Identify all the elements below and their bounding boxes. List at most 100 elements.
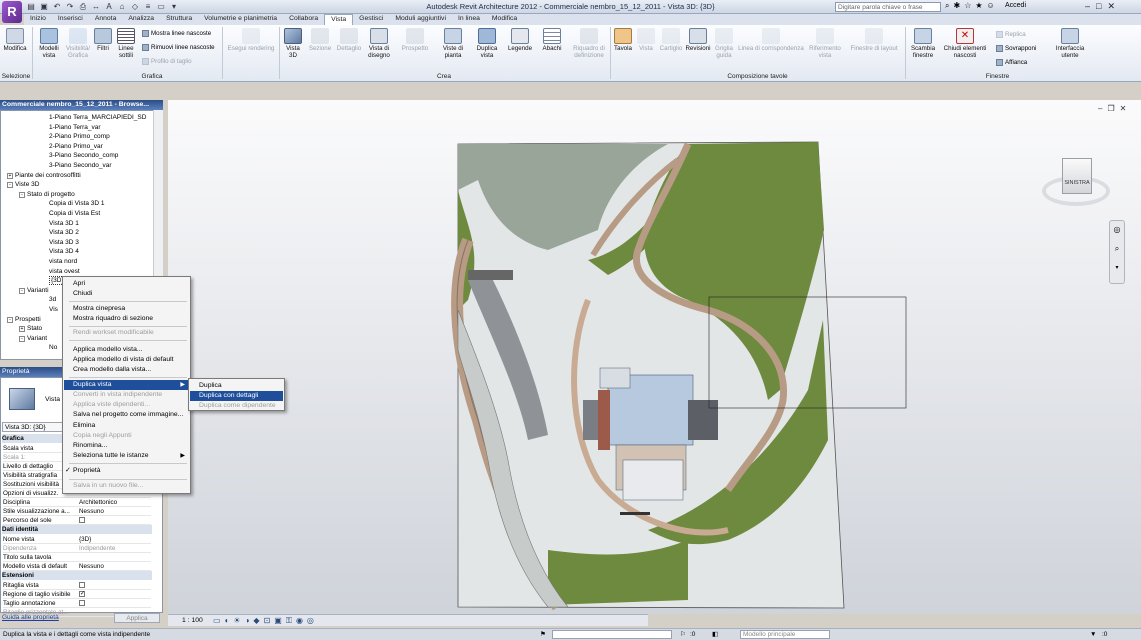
menu-item-copia-negli-appunti[interactable]: Copia negli Appunti [64,431,189,441]
browser-item[interactable]: 1-Piano Terra_MARCIAPIEDI_SD [49,113,146,122]
lock-view-icon[interactable]: ⚿ [286,616,292,626]
undo-icon[interactable]: ↶ [52,2,62,12]
crop-region-checkbox[interactable]: ✓ [79,590,85,598]
render-icon[interactable]: ◆ [253,616,259,626]
communication-icon[interactable]: ☆ [964,1,971,11]
sheet-button[interactable]: Tavola [612,28,634,53]
shadows-icon[interactable]: ◑ [245,616,250,626]
plan-views-button[interactable]: Viste di pianta [438,28,468,59]
zoom-icon[interactable]: ⌕ [1110,244,1124,254]
close-hidden-icon[interactable]: ▭ [156,2,166,12]
collapse-icon[interactable]: - [19,335,25,342]
search-input[interactable]: Digitare parola chiave o frase [835,2,941,12]
measure-icon[interactable]: ↔ [91,2,101,12]
text-icon[interactable]: A [104,2,114,12]
tab-struttura[interactable]: Struttura [160,14,198,25]
menu-item-mostra-cinepresa[interactable]: Mostra cinepresa [64,304,189,314]
close-hidden-button[interactable]: ✕ Chiudi elementi nascosti [939,28,991,59]
menu-item-propriet[interactable]: Proprietà ✓ [64,466,189,476]
tab-analizza[interactable]: Analizza [122,14,160,25]
tab-gestisci[interactable]: Gestisci [353,14,389,25]
editing-requests-icon[interactable]: ⚐ [680,629,686,640]
thin-lines-button[interactable]: Linee sottili [114,28,138,59]
tab-volumetrie-e-planimetria[interactable]: Volumetrie e planimetria [198,14,283,25]
menu-item-applica-viste-dipendenti[interactable]: Applica viste dipendenti... [64,400,189,410]
worksets-icon[interactable]: ⚑ [540,629,546,640]
section-button[interactable]: Sezione [305,28,335,53]
browser-item[interactable]: 2-Piano Primo_var [49,142,103,151]
application-menu-button[interactable]: R [2,1,22,23]
tab-annota[interactable]: Annota [89,14,123,25]
tab-inserisci[interactable]: Inserisci [52,14,89,25]
browser-item[interactable]: Vista 3D 1 [49,219,79,228]
collapse-icon[interactable]: - [7,182,13,189]
prop-sun-path[interactable]: Percorso del sole [3,516,151,525]
collapse-icon[interactable]: - [19,191,25,198]
browser-item[interactable]: Vis [49,305,58,314]
prop-display-style[interactable]: Stile visualizzazione a... Nessuno [3,507,151,516]
browser-item[interactable]: - Prospetti [7,315,41,324]
schedules-button[interactable]: Abachi [538,28,566,53]
menu-item-applica-modello-vista[interactable]: Applica modello vista... [64,345,189,355]
tab-inizio[interactable]: Inizio [24,14,52,25]
filters-button[interactable]: Filtri [93,28,113,53]
menu-item-converti-in-vista-indipendente[interactable]: Converti in vista indipendente [64,390,189,400]
minimize-icon[interactable]: – [1085,1,1090,12]
annotation-crop-checkbox[interactable] [79,599,85,607]
tile-button[interactable]: Affianca [996,59,1027,66]
title-block-button[interactable]: Cartiglio [657,28,685,53]
login-link[interactable]: Accedi [1005,2,1026,9]
drafting-view-button[interactable]: Vista di disegno [364,28,394,59]
menu-item-duplica-vista[interactable]: Duplica vista ▶ [64,380,189,390]
user-icon[interactable]: ☺ [987,1,995,11]
prop-discipline[interactable]: Disciplina Architettonico [3,498,151,507]
favorites-icon[interactable]: ★ [975,1,982,11]
show-hidden-lines-button[interactable]: Mostra linee nascoste [142,30,211,37]
active-workset-select[interactable] [552,630,672,639]
prop-annotation-crop[interactable]: Taglio annotazione [3,599,151,608]
viewcube[interactable]: SINISTRA [1036,148,1116,218]
duplicate-view-button[interactable]: Duplica vista [473,28,501,59]
properties-help-link[interactable]: Guida alle proprietà [2,614,59,621]
browser-item[interactable]: vista ovest [49,267,80,276]
close-icon[interactable]: ✕ [1107,1,1115,12]
menu-item-seleziona-tutte-le-istanze[interactable]: Seleziona tutte le istanze ▶ [64,451,189,461]
3d-view-button[interactable]: Vista 3D [282,28,304,59]
browser-item[interactable]: 3d [49,295,56,304]
browser-item[interactable]: - Varianti [19,286,49,295]
collapse-icon[interactable]: - [19,287,25,294]
tab-modifica[interactable]: Modifica [486,14,523,25]
browser-item[interactable]: 2-Piano Primo_comp [49,132,110,141]
customize-qat-icon[interactable]: ▾ [169,2,179,12]
replicate-button[interactable]: Replica [996,31,1026,38]
menu-item-salva-nel-progetto-come-immagine[interactable]: Salva nel progetto come immagine... [64,410,189,420]
tab-in-linea[interactable]: In linea [452,14,486,25]
visual-style-icon[interactable]: ◐ [225,616,230,626]
prop-view-name[interactable]: Nome vista {3D} [3,535,151,544]
expand-icon[interactable]: + [7,172,13,179]
apply-button[interactable]: Applica [114,613,160,623]
prop-default-template[interactable]: Modello vista di default Nessuno [3,562,151,571]
browser-item[interactable]: vista nord [49,257,77,266]
browser-item[interactable]: Vista 3D 4 [49,247,79,256]
detail-level-icon[interactable]: ▭ [213,616,221,626]
drawing-canvas[interactable]: SINISTRA ◎ ⌕ ▾ – ❐ ✕ [168,100,1141,614]
callout-button[interactable]: Dettaglio [334,28,364,53]
browser-item[interactable]: - Viste 3D [7,180,39,189]
print-icon[interactable]: ⎙ [78,2,88,12]
expand-icon[interactable]: + [19,326,25,333]
elevation-button[interactable]: Prospetto [398,28,432,53]
browser-item[interactable]: - Variant [19,334,47,343]
view-templates-button[interactable]: Modelli vista [35,28,63,59]
browser-item[interactable]: - Stato di progetto [19,190,75,199]
thin-lines-icon[interactable]: ≡ [143,2,153,12]
section-icon[interactable]: ◇ [130,2,140,12]
maximize-icon[interactable]: □ [1096,1,1101,12]
browser-item[interactable]: No [49,343,57,352]
nav-menu-icon[interactable]: ▾ [1110,264,1124,271]
user-interface-button[interactable]: Interfaccia utente [1050,28,1090,59]
switch-windows-button[interactable]: Scambia finestre [907,28,939,59]
browser-item[interactable]: 3-Piano Secondo_comp [49,151,118,160]
browser-item[interactable]: Vista 3D 3 [49,238,79,247]
view-scale[interactable]: 1 : 100 [182,617,203,624]
